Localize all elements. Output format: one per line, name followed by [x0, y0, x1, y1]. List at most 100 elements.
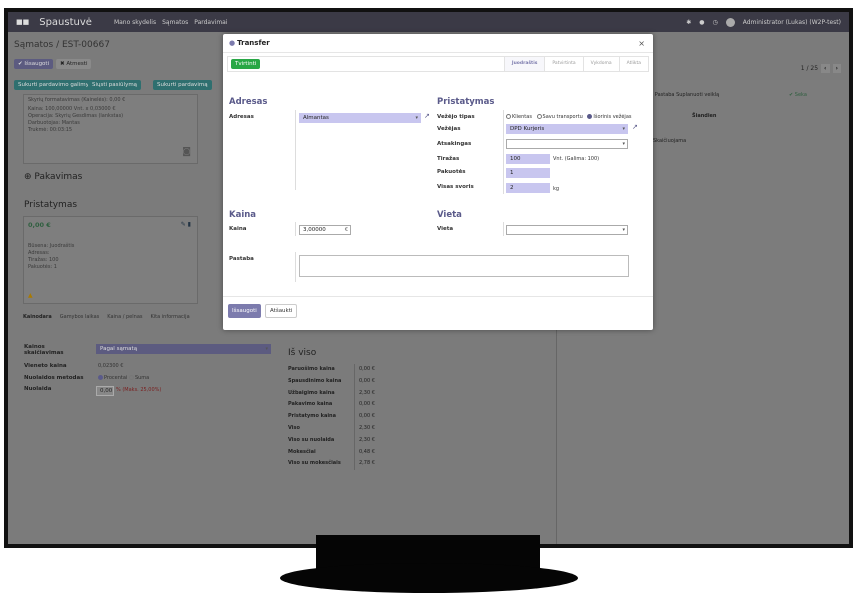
calc-label: Kainos skaičiavimas [24, 344, 64, 356]
add-icon[interactable]: ⊕ [24, 172, 32, 182]
radio-percent[interactable] [98, 375, 103, 380]
packages-label: Pakuotės [437, 169, 466, 175]
status-step-confirmed[interactable]: Patvirtinta [544, 57, 582, 71]
clock-icon[interactable]: ◷ [713, 19, 718, 26]
delivery-card[interactable]: 0,00 € ✎ ▮ Būsena: Juodraštis Adresas: T… [23, 216, 198, 304]
close-icon[interactable]: × [638, 39, 645, 48]
totals-value: 0,00 € [354, 399, 375, 412]
totals-table: Paruošimo kaina 0,00 € Spausdinimo kaina 0,… [288, 364, 375, 471]
discard-button[interactable]: ✖ Atmesti [56, 59, 92, 69]
external-link-icon[interactable]: ↗ [424, 112, 430, 120]
create-sale-button[interactable]: Sukurti pardavimą [153, 80, 212, 90]
next-icon[interactable]: › [832, 64, 841, 73]
delivery-line: Adresas: [28, 250, 50, 256]
field-divider [503, 222, 504, 236]
chat-icon[interactable]: ● [699, 19, 704, 26]
user-avatar[interactable] [725, 17, 735, 27]
quantity-note: Vnt. (Galima: 100) [553, 156, 600, 162]
address-select[interactable]: Almantas ▾ [299, 113, 421, 123]
user-name[interactable]: Administrator (Lukas) (W2P-test) [743, 19, 841, 26]
note-textarea[interactable] [299, 255, 629, 277]
carrier-value: DPD Kurjeris [510, 126, 545, 132]
calc-select[interactable]: Pagal sąmatą ▾ [96, 344, 271, 354]
tab-other-info[interactable]: Kita informacija [150, 314, 189, 320]
tab-production-time[interactable]: Gamybos laikas [60, 314, 100, 320]
place-select[interactable]: ▾ [506, 225, 628, 235]
status-step-draft[interactable]: Juodraštis [503, 57, 545, 71]
status-bar: Tvirtinti Juodraštis Patvirtinta Vykdoma… [227, 56, 649, 72]
totals-title: Iš viso [288, 348, 317, 358]
status-step-in-progress[interactable]: Vykdoma [582, 57, 619, 71]
bug-icon[interactable]: ✱ [686, 19, 691, 26]
quantity-input[interactable]: 100 [506, 154, 550, 164]
radio-amount[interactable] [128, 375, 134, 380]
totals-row: Užbaigimo kaina 2,30 € [288, 387, 375, 400]
menu-item[interactable]: Sąmatos [162, 19, 188, 26]
chevron-down-icon: ▾ [622, 141, 625, 147]
totals-row: Viso 2,30 € [288, 422, 375, 435]
main-menu: Mano skydelis Sąmatos Pardavimai [114, 19, 228, 26]
unit-price-label: Vieneto kaina [24, 363, 67, 369]
follow-button[interactable]: ✔ Seka [789, 92, 807, 98]
external-link-icon[interactable]: ↗ [632, 123, 638, 131]
monitor-bezel: ■■ Spaustuvė Mano skydelis Sąmatos Parda… [4, 8, 853, 548]
packages-input[interactable]: 1 [506, 168, 550, 178]
card-line: Skyrių formatavimas (Kainelės): 0,00 € [28, 97, 126, 103]
camera-icon[interactable]: ◙ [182, 147, 191, 157]
save-button[interactable]: Išsaugoti [228, 304, 261, 318]
save-record-button[interactable]: ✔ Išsaugoti [14, 59, 54, 69]
prev-icon[interactable]: ‹ [821, 64, 830, 73]
radio-external-label: Išorinis vežėjas [593, 114, 632, 120]
totals-label: Viso [288, 424, 300, 431]
delivery-group-title: Pristatymas [437, 97, 495, 107]
price-value: 3,00000 [303, 227, 326, 233]
radio-external-carrier[interactable] [587, 114, 593, 119]
menu-item[interactable]: Mano skydelis [114, 19, 156, 26]
radio-percent-label: Procentai [104, 375, 128, 381]
discount-input[interactable]: 0,00 [96, 386, 114, 396]
tab-bar: Kainodara Gamybos laikas Kaina / pelnas … [23, 314, 190, 320]
status-step-done[interactable]: Atlikta [618, 57, 648, 71]
create-opportunity-button[interactable]: Sukurti pardavimo galimybę [14, 80, 100, 90]
totals-row: Paruošimo kaina 0,00 € [288, 364, 375, 376]
price-label: Kaina [229, 226, 247, 232]
chevron-down-icon: ▾ [622, 126, 625, 132]
pager: 1 / 25 ‹ › [801, 64, 841, 73]
cancel-button[interactable]: Atšaukti [265, 304, 298, 318]
chevron-down-icon: ▾ [265, 346, 268, 352]
totals-row: Pakavimo kaina 0,00 € [288, 399, 375, 412]
totals-label: Užbaigimo kaina [288, 389, 335, 396]
packaging-title: Pakavimas [34, 172, 83, 182]
field-divider [295, 222, 296, 236]
chevron-down-icon: ▾ [622, 227, 625, 233]
edit-icon[interactable]: ✎ ▮ [181, 221, 191, 228]
menu-item[interactable]: Pardavimai [194, 19, 227, 26]
field-divider [503, 110, 504, 194]
screen: ■■ Spaustuvė Mano skydelis Sąmatos Parda… [8, 12, 849, 544]
totals-label: Viso su mokesčiais [288, 460, 341, 467]
price-input[interactable]: 3,00000 € [299, 225, 351, 235]
app-brand[interactable]: Spaustuvė [39, 17, 92, 28]
card-line: Trukmė: 00:03:15 [28, 127, 73, 133]
apps-menu-icon[interactable]: ■■ [16, 18, 29, 26]
discount-max-note: % (Maks. 25,00%) [116, 387, 162, 393]
weight-unit: kg [553, 186, 560, 192]
tab-price-profit[interactable]: Kaina / pelnas [107, 314, 142, 320]
radio-client[interactable] [506, 114, 511, 119]
carrier-type-radios[interactable]: Klientas Savu transportu Išorinis vežėja… [506, 114, 632, 120]
discount-method-radios[interactable]: Procentai Suma [98, 375, 149, 381]
breadcrumb[interactable]: Sąmatos / EST-00667 [14, 40, 110, 50]
send-quote-button[interactable]: Siųsti pasiūlymą [88, 80, 142, 90]
unit-price-value: 0,02300 € [98, 363, 124, 369]
packaging-section[interactable]: ⊕ Pakavimas [24, 172, 82, 182]
responsible-select[interactable]: ▾ [506, 139, 628, 149]
address-label: Adresas [229, 114, 254, 120]
tab-pricing[interactable]: Kainodara [23, 314, 52, 320]
radio-own-transport[interactable] [536, 114, 542, 119]
carrier-label: Vežėjas [437, 126, 461, 132]
confirm-button[interactable]: Tvirtinti [231, 59, 261, 69]
carrier-select[interactable]: DPD Kurjeris ▾ [506, 124, 628, 134]
dialog-title: ● Transfer [229, 39, 270, 47]
field-divider [295, 110, 296, 190]
weight-input[interactable]: 2 [506, 183, 550, 193]
